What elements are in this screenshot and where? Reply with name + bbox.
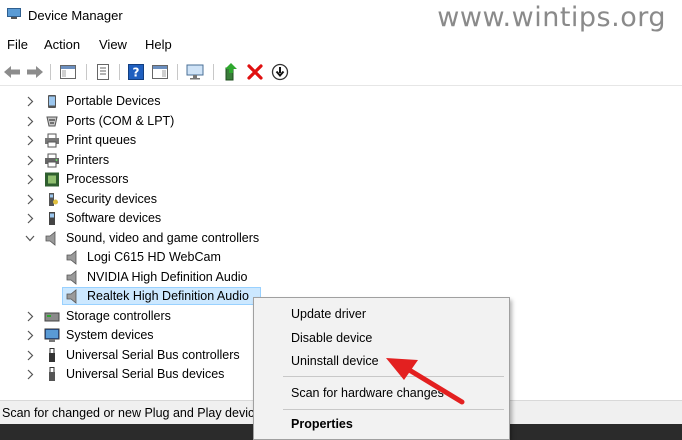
toolbar-separator — [86, 64, 87, 80]
tree-item-processors[interactable]: Processors — [0, 170, 400, 189]
tree-item-label: Print queues — [66, 133, 137, 147]
svg-text:?: ? — [133, 66, 140, 80]
chevron-right-icon[interactable] — [25, 96, 35, 107]
tree-item-label: Sound, video and game controllers — [66, 230, 260, 245]
processor-icon — [45, 172, 59, 187]
tree-item-ports[interactable]: Ports (COM & LPT) — [0, 112, 400, 131]
menu-uninstall-device[interactable]: Uninstall device — [291, 354, 379, 368]
back-arrow-icon[interactable] — [2, 62, 22, 82]
storage-controller-icon — [44, 312, 60, 321]
update-driver-icon[interactable] — [221, 62, 241, 82]
chevron-right-icon[interactable] — [25, 213, 35, 224]
properties-icon[interactable] — [93, 62, 113, 82]
chevron-right-icon[interactable] — [25, 350, 35, 361]
red-arrow-annotation — [386, 358, 465, 405]
system-device-icon — [44, 328, 60, 342]
chevron-right-icon[interactable] — [25, 155, 35, 166]
menu-update-driver[interactable]: Update driver — [291, 307, 366, 321]
toolbar-separator — [213, 64, 214, 80]
toolbar-separator — [177, 64, 178, 80]
print-queue-icon — [45, 133, 59, 148]
tree-item-label: NVIDIA High Definition Audio — [87, 269, 248, 284]
watermark-text: www.wintips.org — [437, 2, 666, 33]
tree-item-label: Realtek High Definition Audio — [87, 289, 249, 303]
chevron-right-icon[interactable] — [25, 330, 35, 341]
tree-item-label: Processors — [66, 172, 129, 186]
tree-item-label: Printers — [66, 152, 110, 167]
chevron-right-icon[interactable] — [25, 116, 35, 127]
status-text: Scan for changed or new Plug and Play de… — [2, 406, 271, 420]
menu-view[interactable]: View — [99, 37, 127, 52]
software-device-icon — [49, 212, 55, 225]
portable-device-icon — [48, 95, 56, 108]
tree-item-sound-video-game[interactable]: Sound, video and game controllers — [0, 229, 400, 248]
menu-action[interactable]: Action — [44, 37, 80, 52]
usb-icon — [49, 347, 55, 362]
menu-bar: File Action View Help — [0, 33, 682, 55]
chevron-down-icon[interactable] — [25, 233, 35, 244]
usb-device-icon — [49, 367, 55, 381]
menu-help[interactable]: Help — [145, 37, 172, 52]
monitor-icon[interactable] — [185, 62, 205, 82]
help-icon[interactable]: ? — [126, 62, 146, 82]
tree-item-label: Portable Devices — [66, 94, 161, 108]
device-manager-icon — [7, 8, 21, 19]
toolbar: ? — [0, 58, 682, 86]
tree-item-label: Logi C615 HD WebCam — [87, 250, 221, 264]
tree-item-nvidia-audio[interactable]: NVIDIA High Definition Audio — [0, 268, 400, 287]
console-tree-icon[interactable] — [58, 62, 78, 82]
tree-item-logi-webcam[interactable]: Logi C615 HD WebCam — [0, 248, 400, 267]
menu-file[interactable]: File — [7, 37, 28, 52]
speaker-icon — [66, 269, 77, 285]
security-device-icon — [49, 192, 58, 206]
chevron-right-icon[interactable] — [25, 194, 35, 205]
uninstall-x-icon[interactable] — [245, 62, 265, 82]
tree-item-label: Storage controllers — [66, 308, 171, 323]
tree-item-software-devices[interactable]: Software devices — [0, 209, 400, 228]
port-icon — [46, 116, 58, 126]
tree-item-security-devices[interactable]: Security devices — [0, 190, 400, 209]
tree-item-label: Universal Serial Bus devices — [66, 367, 225, 381]
title-bar: Device Manager www.wintips.org — [0, 0, 682, 33]
tree-item-printers[interactable]: Printers — [0, 151, 400, 170]
menu-disable-device[interactable]: Disable device — [291, 331, 372, 345]
tree-item-label: Universal Serial Bus controllers — [66, 347, 240, 362]
tree-item-label: Security devices — [66, 191, 158, 206]
toolbar-separator — [119, 64, 120, 80]
tree-item-label: Ports (COM & LPT) — [66, 113, 175, 128]
window-title: Device Manager — [28, 8, 123, 23]
chevron-right-icon[interactable] — [25, 135, 35, 146]
forward-arrow-icon[interactable] — [25, 62, 45, 82]
download-icon[interactable] — [270, 62, 290, 82]
action-pane-icon[interactable] — [150, 62, 170, 82]
tree-item-label: Software devices — [66, 211, 162, 225]
chevron-right-icon[interactable] — [25, 174, 35, 185]
tree-item-print-queues[interactable]: Print queues — [0, 131, 400, 150]
chevron-right-icon[interactable] — [25, 369, 35, 380]
tree-item-label: System devices — [66, 328, 154, 342]
speaker-icon — [45, 230, 56, 246]
toolbar-separator — [50, 64, 51, 80]
speaker-icon — [66, 289, 77, 304]
chevron-right-icon[interactable] — [25, 311, 35, 322]
printer-icon — [45, 153, 59, 167]
speaker-icon — [66, 250, 77, 265]
tree-item-portable-devices[interactable]: Portable Devices — [0, 92, 400, 111]
menu-properties[interactable]: Properties — [291, 417, 353, 431]
